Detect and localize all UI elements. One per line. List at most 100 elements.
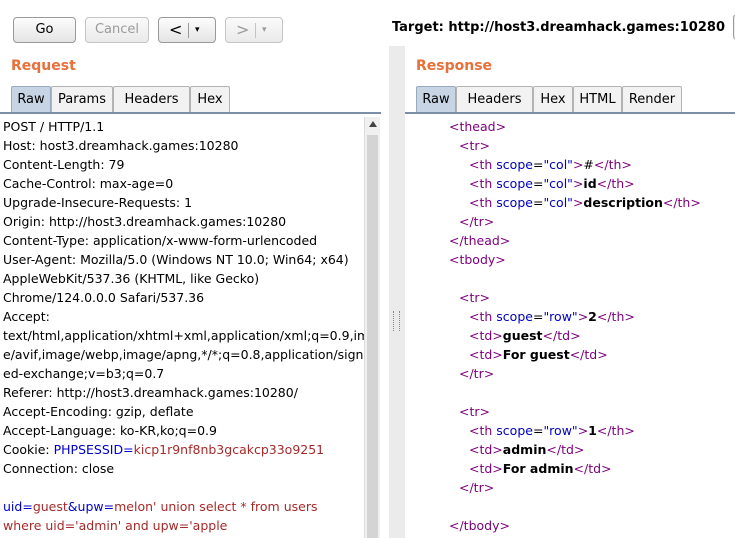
response-token-bold: guest bbox=[502, 328, 543, 343]
response-line: <tr> bbox=[459, 288, 490, 307]
response-token-tag: > bbox=[577, 309, 589, 324]
request-body-line: uid=guest&upw=melon' union select * from… bbox=[3, 497, 317, 516]
response-token-bold: admin bbox=[502, 442, 547, 457]
cookie-param-eq: = bbox=[123, 442, 134, 457]
response-tab-headers[interactable]: Headers bbox=[456, 86, 533, 113]
response-token-tag: <tr> bbox=[459, 138, 490, 153]
forward-arrow-icon: > bbox=[236, 20, 250, 39]
scroll-up-arrow-icon[interactable] bbox=[369, 121, 377, 127]
response-token-tag: </th> bbox=[596, 176, 635, 191]
response-token-attr: scope bbox=[496, 195, 533, 210]
request-line: Host: host3.dreamhack.games:10280 bbox=[3, 138, 239, 153]
response-token-tag: <th bbox=[469, 423, 497, 438]
body-param-uid-eq: = bbox=[22, 499, 33, 514]
response-token-tag: <th bbox=[469, 309, 497, 324]
response-line: <td>guest</td> bbox=[469, 326, 581, 345]
forward-dropdown-icon[interactable]: ▾ bbox=[262, 18, 267, 43]
response-token-tag: > bbox=[572, 157, 584, 172]
response-token-bold: For admin bbox=[502, 461, 574, 476]
response-line: </tr> bbox=[459, 478, 494, 497]
request-line: text/html,application/xhtml+xml,applicat… bbox=[3, 328, 364, 343]
response-token-tag: </th> bbox=[593, 157, 632, 172]
request-line: Accept-Encoding: gzip, deflate bbox=[3, 404, 194, 419]
response-tab-html[interactable]: HTML bbox=[573, 86, 622, 113]
response-line: <tr> bbox=[459, 402, 490, 421]
response-token-bold: For guest bbox=[502, 347, 570, 362]
response-line: <td>admin</td> bbox=[469, 440, 584, 459]
response-token-attr: scope bbox=[496, 157, 533, 172]
request-body-line: where uid='admin' and upw='apple bbox=[3, 516, 227, 535]
response-token-attr: "row" bbox=[543, 309, 578, 324]
request-line: Upgrade-Insecure-Requests: 1 bbox=[3, 195, 193, 210]
forward-button[interactable]: > ▾ bbox=[225, 17, 283, 43]
request-tab-raw[interactable]: Raw bbox=[11, 86, 51, 113]
request-scrollbar[interactable] bbox=[364, 117, 380, 538]
scroll-thumb[interactable] bbox=[367, 135, 378, 538]
response-line: </tr> bbox=[459, 212, 494, 231]
request-line: ed-exchange;v=b3;q=0.7 bbox=[3, 366, 165, 381]
request-cookie-line: Cookie: PHPSESSID=kicp1r9nf8nb3gcakcp33o… bbox=[3, 440, 324, 459]
response-token-tag: <th bbox=[469, 195, 497, 210]
response-token-bold: 1 bbox=[588, 423, 597, 438]
cookie-header-name: Cookie: bbox=[3, 442, 54, 457]
response-tab-raw[interactable]: Raw bbox=[416, 86, 456, 113]
response-token-tag: <td> bbox=[469, 442, 503, 457]
response-title: Response bbox=[416, 58, 493, 74]
response-token-tag: <tr> bbox=[459, 290, 490, 305]
response-tab-render[interactable]: Render bbox=[622, 86, 682, 113]
response-token-tag: <tbody> bbox=[449, 252, 506, 267]
pane-splitter[interactable] bbox=[389, 46, 405, 538]
response-token-tag: </tr> bbox=[459, 480, 495, 495]
cancel-button-label: Cancel bbox=[94, 22, 140, 37]
body-param-upw-eq: = bbox=[103, 499, 115, 514]
response-line: <th scope="row">1</th> bbox=[469, 421, 635, 440]
response-token-txt: # bbox=[583, 157, 594, 172]
response-token-tag: > bbox=[572, 195, 584, 210]
target-label: Target: http://host3.dreamhack.games:102… bbox=[391, 20, 725, 35]
request-line: Referer: http://host3.dreamhack.games:10… bbox=[3, 385, 298, 400]
go-button[interactable]: Go bbox=[13, 17, 76, 43]
response-token-bold: description bbox=[583, 195, 663, 210]
request-line: Accept-Language: ko-KR,ko;q=0.9 bbox=[3, 423, 217, 438]
response-token-bold: 2 bbox=[588, 309, 597, 324]
body-param-uid-value: guest bbox=[32, 499, 68, 514]
request-title: Request bbox=[11, 58, 76, 74]
back-button-separator bbox=[188, 23, 189, 38]
splitter-grip-icon[interactable] bbox=[393, 311, 400, 331]
response-token-tag: </td> bbox=[542, 328, 581, 343]
response-token-tag: </th> bbox=[596, 309, 635, 324]
request-line: Accept: bbox=[3, 309, 50, 324]
response-line: </thead> bbox=[449, 231, 510, 250]
response-token-tag: <td> bbox=[469, 328, 503, 343]
cookie-param-name: PHPSESSID bbox=[53, 442, 124, 457]
response-token-attr: scope bbox=[496, 309, 533, 324]
response-line: </tbody> bbox=[449, 516, 510, 535]
request-editor[interactable]: POST / HTTP/1.1 Host: host3.dreamhack.ga… bbox=[0, 117, 364, 538]
back-arrow-icon: < bbox=[169, 20, 183, 39]
request-line: e/avif,image/webp,image/apng,*/*;q=0.8,a… bbox=[3, 347, 364, 362]
response-tab-hex[interactable]: Hex bbox=[533, 86, 573, 113]
forward-button-separator bbox=[255, 23, 256, 38]
response-token-tag: </tr> bbox=[459, 366, 495, 381]
cancel-button[interactable]: Cancel bbox=[85, 17, 149, 43]
response-line: <td>For guest</td> bbox=[469, 345, 608, 364]
body-param-uid-name: uid bbox=[3, 499, 23, 514]
request-tab-headers[interactable]: Headers bbox=[113, 86, 190, 113]
response-line: <tr> bbox=[459, 136, 490, 155]
response-tabs: Raw Headers Hex HTML Render bbox=[416, 85, 735, 113]
response-token-val: = bbox=[532, 195, 544, 210]
response-line: <thead> bbox=[449, 117, 506, 136]
request-line: User-Agent: Mozilla/5.0 (Windows NT 10.0… bbox=[3, 252, 349, 267]
body-param-upw-value-2: where uid='admin' and upw='apple bbox=[3, 518, 228, 533]
response-editor[interactable]: <thead> <tr> <th scope="col">#</th> <th sco… bbox=[405, 117, 735, 538]
response-line: </tr> bbox=[459, 364, 494, 383]
back-dropdown-icon[interactable]: ▾ bbox=[195, 18, 200, 43]
response-token-tag: </td> bbox=[569, 347, 608, 362]
response-token-attr: scope bbox=[496, 423, 533, 438]
back-button[interactable]: < ▾ bbox=[158, 17, 216, 43]
response-token-tag: </td> bbox=[573, 461, 612, 476]
response-token-attr: scope bbox=[496, 176, 533, 191]
request-tab-params[interactable]: Params bbox=[51, 86, 113, 113]
request-tab-hex[interactable]: Hex bbox=[190, 86, 230, 113]
response-token-attr: "col" bbox=[543, 176, 573, 191]
